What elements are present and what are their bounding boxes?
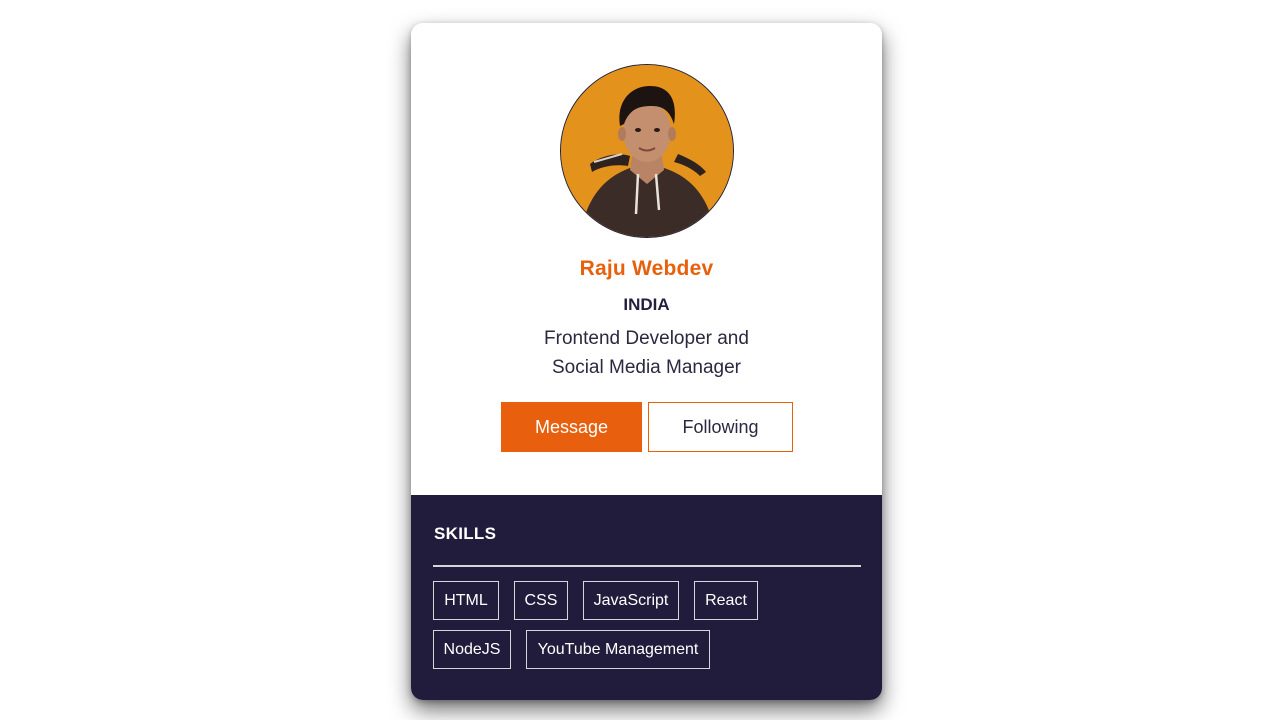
profile-header: Raju Webdev INDIA Frontend Developer and… (411, 23, 882, 495)
skills-divider (433, 565, 861, 567)
avatar (560, 64, 734, 238)
skills-title: SKILLS (434, 524, 497, 543)
skill-tag: JavaScript (583, 581, 679, 620)
skills-section: SKILLS HTML CSS JavaScript React NodeJS … (411, 495, 882, 700)
skill-tag: React (694, 581, 758, 620)
message-button[interactable]: Message (501, 402, 642, 452)
skill-tag: CSS (514, 581, 568, 620)
profile-bio: Frontend Developer and Social Media Mana… (544, 328, 749, 378)
avatar-photo-icon (561, 65, 733, 237)
skill-tag: NodeJS (433, 630, 511, 669)
profile-country: INDIA (623, 295, 670, 314)
profile-card: Raju Webdev INDIA Frontend Developer and… (411, 23, 882, 700)
following-button[interactable]: Following (648, 402, 793, 452)
profile-name: Raju Webdev (579, 257, 714, 280)
skill-tag: YouTube Management (526, 630, 710, 669)
skill-tag: HTML (433, 581, 499, 620)
